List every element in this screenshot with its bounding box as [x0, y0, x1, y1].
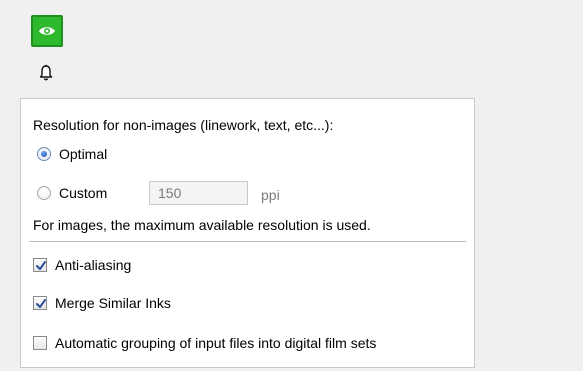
eye-icon	[39, 27, 55, 35]
custom-radio[interactable]	[37, 186, 51, 200]
merge-similar-inks-checkbox[interactable]	[33, 296, 47, 310]
optimal-radio[interactable]	[37, 147, 51, 161]
resolution-options-panel: Resolution for non-images (linework, tex…	[20, 98, 475, 368]
ppi-unit-label: ppi	[261, 187, 280, 203]
checkmark-icon	[36, 299, 46, 308]
visibility-toggle-button[interactable]	[31, 15, 63, 47]
automatic-grouping-checkbox[interactable]	[33, 336, 47, 350]
custom-radio-label[interactable]: Custom	[59, 185, 107, 201]
automatic-grouping-label[interactable]: Automatic grouping of input files into d…	[55, 335, 376, 351]
bell-icon[interactable]	[38, 64, 54, 82]
anti-aliasing-label[interactable]: Anti-aliasing	[55, 257, 131, 273]
resolution-heading: Resolution for non-images (linework, tex…	[33, 117, 334, 133]
settings-window: Resolution for non-images (linework, tex…	[0, 0, 583, 371]
images-resolution-note: For images, the maximum available resolu…	[33, 217, 371, 233]
section-divider	[29, 241, 466, 242]
optimal-radio-label[interactable]: Optimal	[59, 146, 107, 162]
anti-aliasing-checkbox[interactable]	[33, 258, 47, 272]
checkmark-icon	[36, 261, 46, 270]
merge-similar-inks-label[interactable]: Merge Similar Inks	[55, 295, 171, 311]
custom-resolution-input[interactable]	[149, 181, 248, 205]
